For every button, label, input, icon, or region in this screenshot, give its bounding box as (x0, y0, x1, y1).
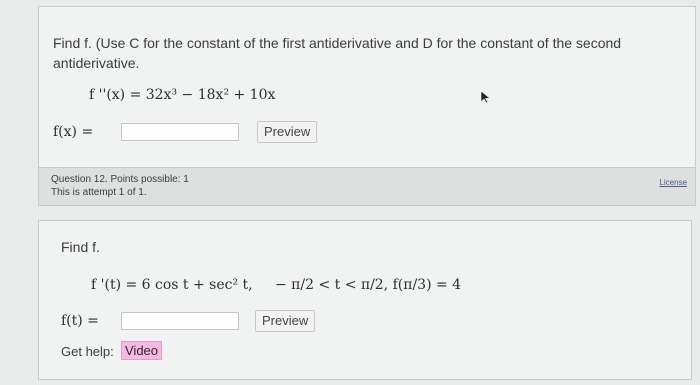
mouse-pointer-icon (480, 90, 491, 104)
question-1-preview-button[interactable]: Preview (257, 121, 318, 143)
get-help-label: Get help: (61, 344, 114, 359)
question-2-answer-input[interactable] (121, 312, 239, 330)
question-info: Question 12. Points possible: 1 (51, 174, 189, 185)
question-1-footer: Question 12. Points possible: 1 This is … (38, 168, 696, 206)
license-link[interactable]: License (659, 178, 687, 187)
question-2-given-equation: f '(t) = 6 cos t + sec² t, (91, 277, 253, 293)
question-1-given-equation: f ''(x) = 32x³ − 18x² + 10x (89, 87, 276, 103)
attempt-info: This is attempt 1 of 1. (51, 187, 147, 198)
video-help-link[interactable]: Video (121, 341, 163, 360)
question-2-box: Find f. f '(t) = 6 cos t + sec² t, − π/2… (38, 220, 692, 380)
question-1-prompt: Find f. (Use C for the constant of the f… (53, 35, 622, 71)
question-1-answer-input[interactable] (121, 123, 239, 141)
page: Find f. (Use C for the constant of the f… (0, 0, 700, 385)
question-2-condition: − π/2 < t < π/2, f(π/3) = 4 (275, 277, 462, 293)
question-2-prompt: Find f. (61, 239, 100, 255)
question-1-answer-label: f(x) = (53, 124, 94, 140)
question-2-answer-label: f(t) = (61, 313, 99, 329)
question-2-preview-button[interactable]: Preview (255, 310, 316, 332)
question-1-box: Find f. (Use C for the constant of the f… (38, 6, 696, 168)
